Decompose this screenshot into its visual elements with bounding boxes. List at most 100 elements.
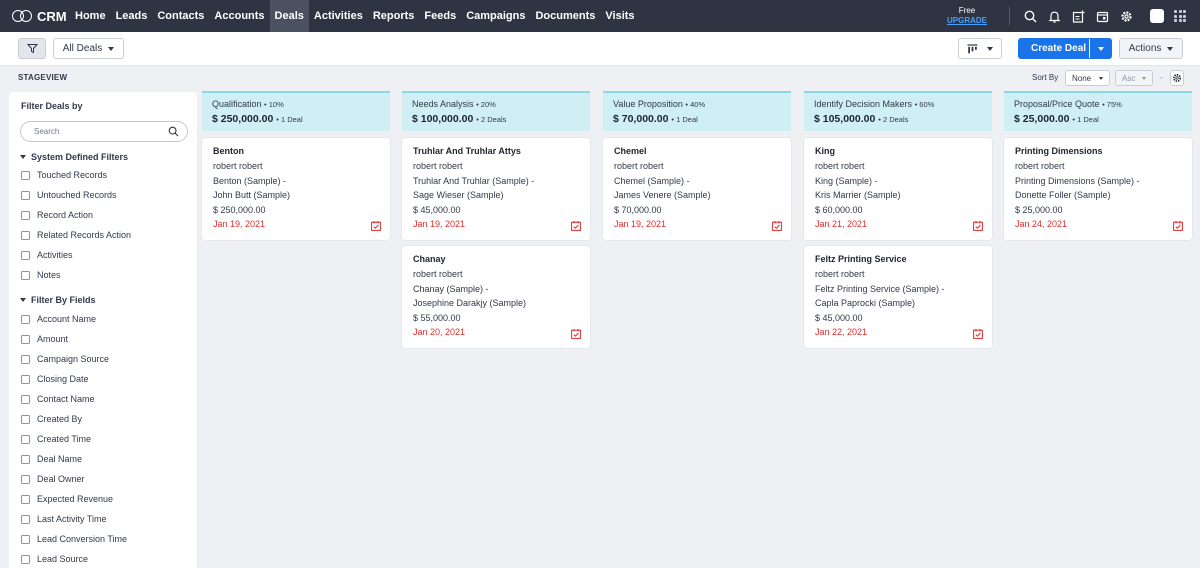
deal-contact[interactable]: Sage Wieser (Sample) <box>413 190 590 205</box>
checkbox[interactable] <box>21 190 30 200</box>
nav-contacts[interactable]: Contacts <box>152 0 209 32</box>
filter-item-deal-owner[interactable]: Deal Owner <box>21 474 85 484</box>
task-icon[interactable] <box>973 329 983 339</box>
nav-home[interactable]: Home <box>70 0 111 32</box>
system-filters-header[interactable]: System Defined Filters <box>20 152 128 162</box>
deal-title[interactable]: Feltz Printing Service <box>815 254 992 269</box>
field-filters-header[interactable]: Filter By Fields <box>20 295 96 305</box>
deal-account[interactable]: Chanay (Sample) - <box>413 284 590 299</box>
sort-field-select[interactable]: None <box>1065 70 1110 86</box>
filter-item-amount[interactable]: Amount <box>21 334 68 344</box>
deal-card[interactable]: Chemel robert robert Chemel (Sample) - Jame… <box>603 138 791 240</box>
settings-icon[interactable] <box>1114 4 1138 28</box>
checkbox[interactable] <box>21 230 30 240</box>
checkbox[interactable] <box>21 250 30 260</box>
deal-card[interactable]: Chanay robert robert Chanay (Sample) - Jose… <box>402 246 590 348</box>
checkbox[interactable] <box>21 374 30 384</box>
filter-item-expected-revenue[interactable]: Expected Revenue <box>21 494 113 504</box>
filter-item-lead-conversion-time[interactable]: Lead Conversion Time <box>21 534 127 544</box>
checkbox[interactable] <box>21 334 30 344</box>
filter-item-touched-records[interactable]: Touched Records <box>21 170 107 180</box>
deal-account[interactable]: Printing Dimensions (Sample) - <box>1015 176 1192 191</box>
task-icon[interactable] <box>772 221 782 231</box>
sidebar-search-input[interactable]: Search <box>20 121 188 142</box>
add-note-icon[interactable] <box>1066 4 1090 28</box>
filter-item-lead-source[interactable]: Lead Source <box>21 554 88 564</box>
nav-accounts[interactable]: Accounts <box>209 0 269 32</box>
deal-card[interactable]: Feltz Printing Service robert robert Feltz… <box>804 246 992 348</box>
avatar[interactable] <box>1150 9 1164 23</box>
deal-contact[interactable]: Donette Foller (Sample) <box>1015 190 1192 205</box>
filter-item-untouched-records[interactable]: Untouched Records <box>21 190 117 200</box>
filter-item-activities[interactable]: Activities <box>21 250 73 260</box>
filter-item-created-by[interactable]: Created By <box>21 414 82 424</box>
checkbox[interactable] <box>21 394 30 404</box>
checkbox[interactable] <box>21 170 30 180</box>
apps-grid-icon[interactable] <box>1174 10 1186 22</box>
filter-item-account-name[interactable]: Account Name <box>21 314 96 324</box>
nav-visits[interactable]: Visits <box>600 0 639 32</box>
task-icon[interactable] <box>571 329 581 339</box>
filter-item-campaign-source[interactable]: Campaign Source <box>21 354 109 364</box>
deal-contact[interactable]: John Butt (Sample) <box>213 190 390 205</box>
deal-contact[interactable]: Kris Marrier (Sample) <box>815 190 992 205</box>
deal-card[interactable]: Benton robert robert Benton (Sample) - John… <box>202 138 390 240</box>
task-icon[interactable] <box>1173 221 1183 231</box>
deal-title[interactable]: Benton <box>213 146 390 161</box>
actions-button[interactable]: Actions <box>1119 38 1183 59</box>
nav-reports[interactable]: Reports <box>368 0 420 32</box>
filter-item-last-activity-time[interactable]: Last Activity Time <box>21 514 107 524</box>
nav-documents[interactable]: Documents <box>530 0 600 32</box>
checkbox[interactable] <box>21 414 30 424</box>
filter-item-closing-date[interactable]: Closing Date <box>21 374 89 384</box>
deal-card[interactable]: King robert robert King (Sample) - Kris Mar… <box>804 138 992 240</box>
deal-account[interactable]: Feltz Printing Service (Sample) - <box>815 284 992 299</box>
deal-title[interactable]: Chanay <box>413 254 590 269</box>
crm-logo[interactable]: CRM <box>0 9 70 24</box>
checkbox[interactable] <box>21 270 30 280</box>
filter-item-related-records-action[interactable]: Related Records Action <box>21 230 131 240</box>
nav-feeds[interactable]: Feeds <box>419 0 461 32</box>
checkbox[interactable] <box>21 554 30 564</box>
calendar-icon[interactable] <box>1090 4 1114 28</box>
filter-item-contact-name[interactable]: Contact Name <box>21 394 95 404</box>
sort-order-select[interactable]: Asc <box>1115 70 1153 86</box>
task-icon[interactable] <box>371 221 381 231</box>
checkbox[interactable] <box>21 474 30 484</box>
task-icon[interactable] <box>571 221 581 231</box>
create-deal-button[interactable]: Create Deal <box>1018 38 1112 59</box>
deal-contact[interactable]: Capla Paprocki (Sample) <box>815 298 992 313</box>
checkbox[interactable] <box>21 434 30 444</box>
deal-account[interactable]: Benton (Sample) - <box>213 176 390 191</box>
create-deal-dropdown[interactable] <box>1089 39 1111 58</box>
filter-item-record-action[interactable]: Record Action <box>21 210 93 220</box>
checkbox[interactable] <box>21 454 30 464</box>
filter-item-notes[interactable]: Notes <box>21 270 61 280</box>
bell-icon[interactable] <box>1042 4 1066 28</box>
task-icon[interactable] <box>973 221 983 231</box>
deal-account[interactable]: Truhlar And Truhlar (Sample) - <box>413 176 590 191</box>
nav-leads[interactable]: Leads <box>111 0 153 32</box>
deal-title[interactable]: Printing Dimensions <box>1015 146 1192 161</box>
deal-contact[interactable]: Josephine Darakjy (Sample) <box>413 298 590 313</box>
upgrade-link[interactable]: UPGRADE <box>947 16 987 26</box>
search-icon[interactable] <box>1018 4 1042 28</box>
filter-item-deal-name[interactable]: Deal Name <box>21 454 82 464</box>
deal-contact[interactable]: James Venere (Sample) <box>614 190 791 205</box>
deal-account[interactable]: Chemel (Sample) - <box>614 176 791 191</box>
deal-card[interactable]: Printing Dimensions robert robert Printing… <box>1004 138 1192 240</box>
checkbox[interactable] <box>21 314 30 324</box>
checkbox[interactable] <box>21 210 30 220</box>
checkbox[interactable] <box>21 354 30 364</box>
stage-settings-button[interactable] <box>1170 70 1184 86</box>
filter-toggle-button[interactable] <box>18 38 46 59</box>
deal-title[interactable]: King <box>815 146 992 161</box>
nav-campaigns[interactable]: Campaigns <box>461 0 530 32</box>
checkbox[interactable] <box>21 494 30 504</box>
nav-deals[interactable]: Deals <box>269 0 309 32</box>
checkbox[interactable] <box>21 514 30 524</box>
view-selector[interactable]: All Deals <box>53 38 124 59</box>
deal-account[interactable]: King (Sample) - <box>815 176 992 191</box>
nav-activities[interactable]: Activities <box>309 0 368 32</box>
checkbox[interactable] <box>21 534 30 544</box>
